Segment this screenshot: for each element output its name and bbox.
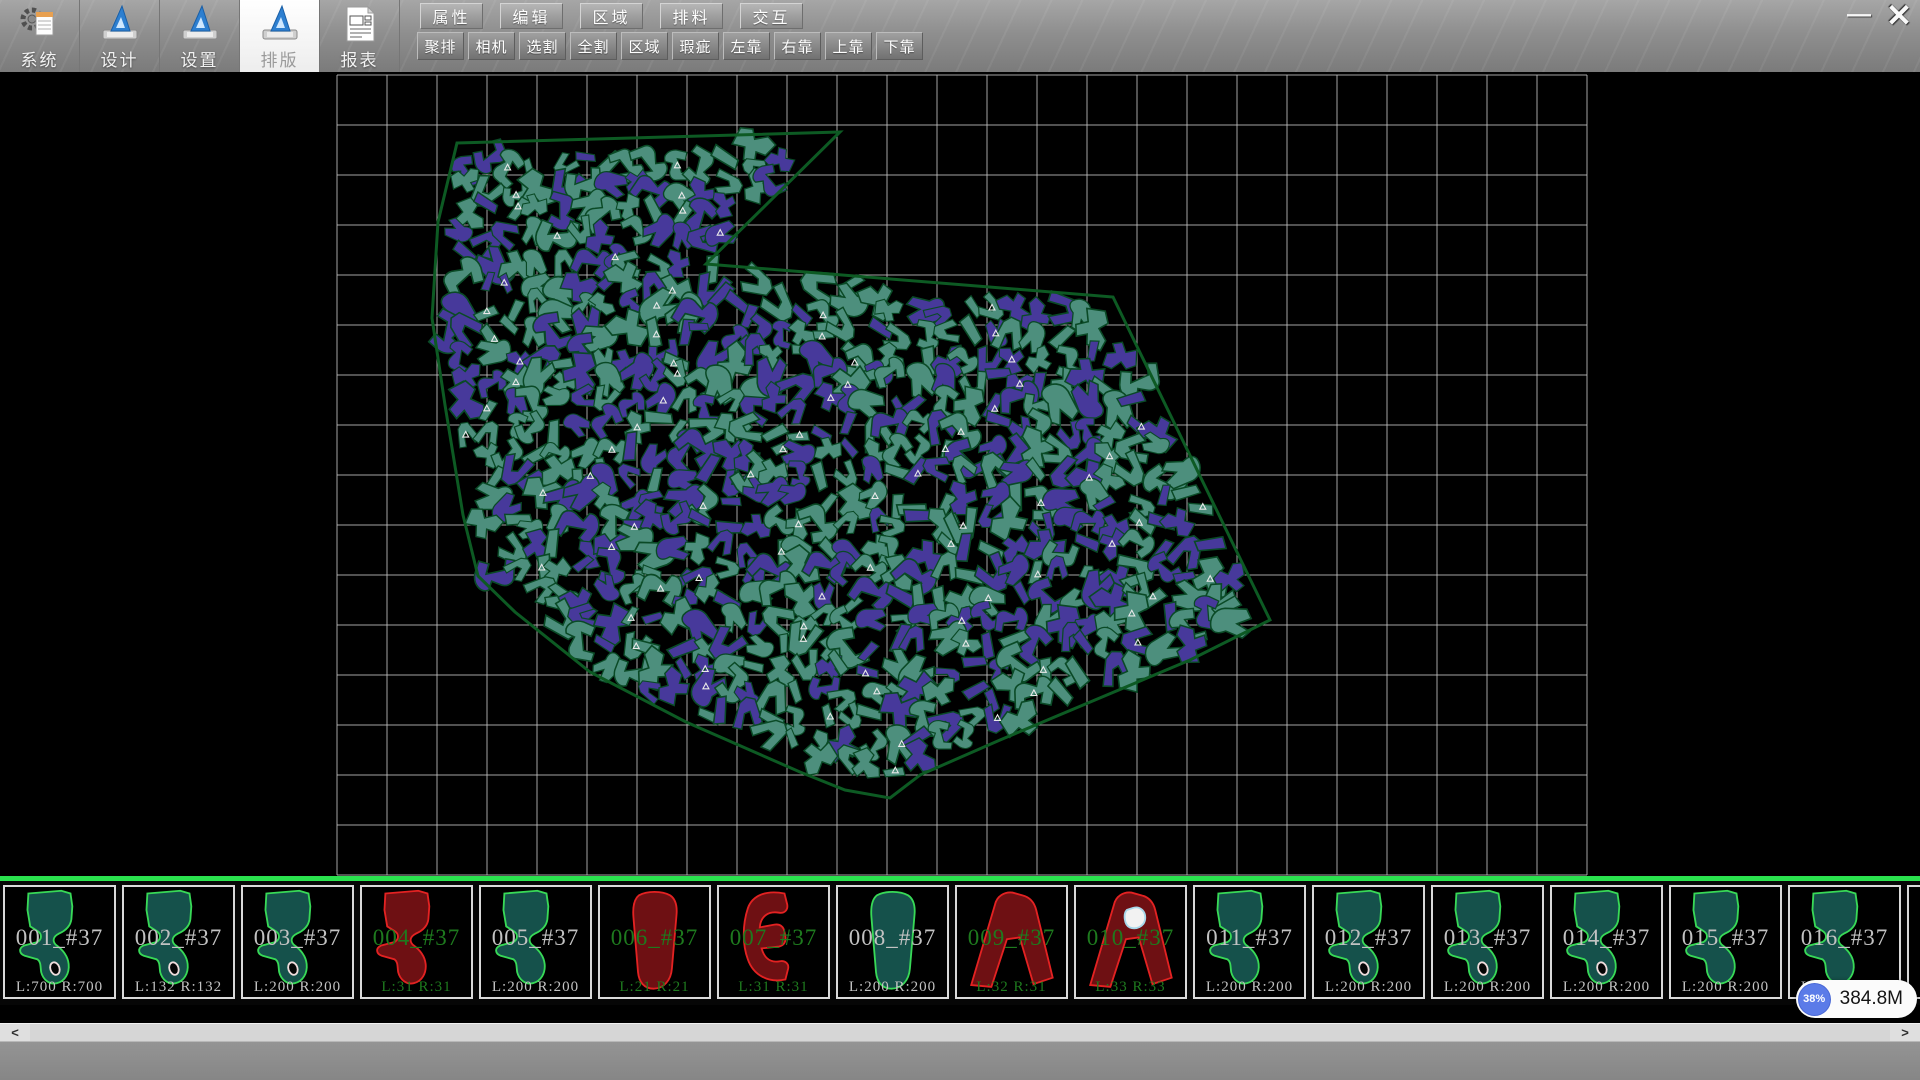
piece-shape bbox=[1553, 888, 1660, 996]
menu-tab-edit[interactable]: 编辑 bbox=[500, 3, 563, 29]
menu-tab-interact[interactable]: 交互 bbox=[740, 3, 803, 29]
menu-tab-nest[interactable]: 排料 bbox=[660, 3, 723, 29]
horizontal-scrollbar[interactable]: < > bbox=[0, 1023, 1920, 1041]
tool-button-defect[interactable]: 瑕疵 bbox=[672, 32, 719, 60]
tool-button-cut-all[interactable]: 全割 bbox=[570, 32, 617, 60]
nesting-drawing[interactable] bbox=[0, 72, 1920, 876]
set-square-icon bbox=[97, 3, 143, 45]
piece-shape bbox=[244, 888, 351, 996]
piece-shape bbox=[958, 888, 1065, 996]
piece-shape bbox=[1910, 888, 1920, 996]
piece-thumbnail[interactable]: 003_#37L:200 R:200 bbox=[241, 885, 354, 999]
piece-shape bbox=[363, 888, 470, 996]
tool-button-select-cut[interactable]: 选割 bbox=[519, 32, 566, 60]
piece-thumbnail[interactable]: 0L:2 bbox=[1907, 885, 1920, 999]
piece-thumbnail[interactable]: 007_#37L:31 R:31 bbox=[717, 885, 830, 999]
menu-tab-region[interactable]: 区域 bbox=[580, 3, 643, 29]
app-button-label: 报表 bbox=[341, 46, 379, 71]
app-button-report[interactable]: 报表 bbox=[320, 0, 400, 72]
piece-thumbnail[interactable]: 008_#37L:200 R:200 bbox=[836, 885, 949, 999]
progress-badge: 38% 384.8M bbox=[1796, 980, 1917, 1018]
piece-shape bbox=[1672, 888, 1779, 996]
set-square-icon bbox=[177, 3, 223, 45]
memory-usage-text: 384.8M bbox=[1840, 988, 1903, 1010]
piece-thumbnail-strip: 001_#37L:700 R:700002_#37L:132 R:132003_… bbox=[0, 881, 1920, 1005]
tool-button-camera[interactable]: 相机 bbox=[468, 32, 515, 60]
piece-shape bbox=[839, 888, 946, 996]
report-document-icon bbox=[337, 3, 383, 45]
tool-button-snap-right[interactable]: 右靠 bbox=[774, 32, 821, 60]
piece-shape bbox=[482, 888, 589, 996]
scroll-left-button[interactable]: < bbox=[0, 1024, 30, 1041]
app-button-system[interactable]: 系统 bbox=[0, 0, 80, 72]
progress-percent-circle: 38% bbox=[1798, 983, 1831, 1016]
minimize-button[interactable]: — bbox=[1843, 6, 1875, 30]
piece-thumbnail[interactable]: 014_#37L:200 R:200 bbox=[1550, 885, 1663, 999]
app-button-nesting[interactable]: 排版 bbox=[240, 0, 320, 72]
piece-thumbnail[interactable]: 009_#37L:32 R:31 bbox=[955, 885, 1068, 999]
piece-thumbnail[interactable]: 011_#37L:200 R:200 bbox=[1193, 885, 1306, 999]
app-button-label: 设计 bbox=[101, 46, 139, 71]
scroll-right-button[interactable]: > bbox=[1890, 1024, 1920, 1041]
piece-shape bbox=[1196, 888, 1303, 996]
app-button-design[interactable]: 设计 bbox=[80, 0, 160, 72]
tool-button-snap-left[interactable]: 左靠 bbox=[723, 32, 770, 60]
gear-notepad-icon bbox=[17, 3, 63, 45]
tool-button-snap-down[interactable]: 下靠 bbox=[876, 32, 923, 60]
status-bar bbox=[0, 1041, 1920, 1080]
tool-button-region[interactable]: 区域 bbox=[621, 32, 668, 60]
piece-thumbnail[interactable]: 002_#37L:132 R:132 bbox=[122, 885, 235, 999]
tool-button-cluster-nest[interactable]: 聚排 bbox=[417, 32, 464, 60]
piece-shape bbox=[601, 888, 708, 996]
piece-thumbnail[interactable]: 015_#37L:200 R:200 bbox=[1669, 885, 1782, 999]
piece-shape bbox=[6, 888, 113, 996]
piece-shape bbox=[125, 888, 232, 996]
nesting-canvas[interactable] bbox=[0, 72, 1920, 876]
set-square-icon bbox=[257, 3, 303, 45]
piece-thumbnail[interactable]: 010_#37L:33 R:33 bbox=[1074, 885, 1187, 999]
piece-thumbnail[interactable]: 006_#37L:21 R:21 bbox=[598, 885, 711, 999]
close-button[interactable]: ✕ bbox=[1880, 0, 1918, 32]
app-button-label: 系统 bbox=[21, 46, 59, 71]
piece-shape bbox=[1315, 888, 1422, 996]
app-button-label: 排版 bbox=[261, 46, 299, 71]
piece-shape bbox=[720, 888, 827, 996]
piece-shape bbox=[1077, 888, 1184, 996]
app-button-label: 设置 bbox=[181, 46, 219, 71]
piece-thumbnail[interactable]: 001_#37L:700 R:700 bbox=[3, 885, 116, 999]
piece-shape bbox=[1434, 888, 1541, 996]
piece-thumbnail[interactable]: 013_#37L:200 R:200 bbox=[1431, 885, 1544, 999]
tool-button-snap-up[interactable]: 上靠 bbox=[825, 32, 872, 60]
title-toolbar: 系统设计设置排版报表 属性编辑区域排料交互 聚排相机选割全割区域瑕疵左靠右靠上靠… bbox=[0, 0, 1920, 72]
piece-thumbnail[interactable]: 005_#37L:200 R:200 bbox=[479, 885, 592, 999]
menu-tab-properties[interactable]: 属性 bbox=[420, 3, 483, 29]
piece-thumbnail[interactable]: 004_#37L:31 R:31 bbox=[360, 885, 473, 999]
app-button-settings[interactable]: 设置 bbox=[160, 0, 240, 72]
piece-thumbnail[interactable]: 012_#37L:200 R:200 bbox=[1312, 885, 1425, 999]
